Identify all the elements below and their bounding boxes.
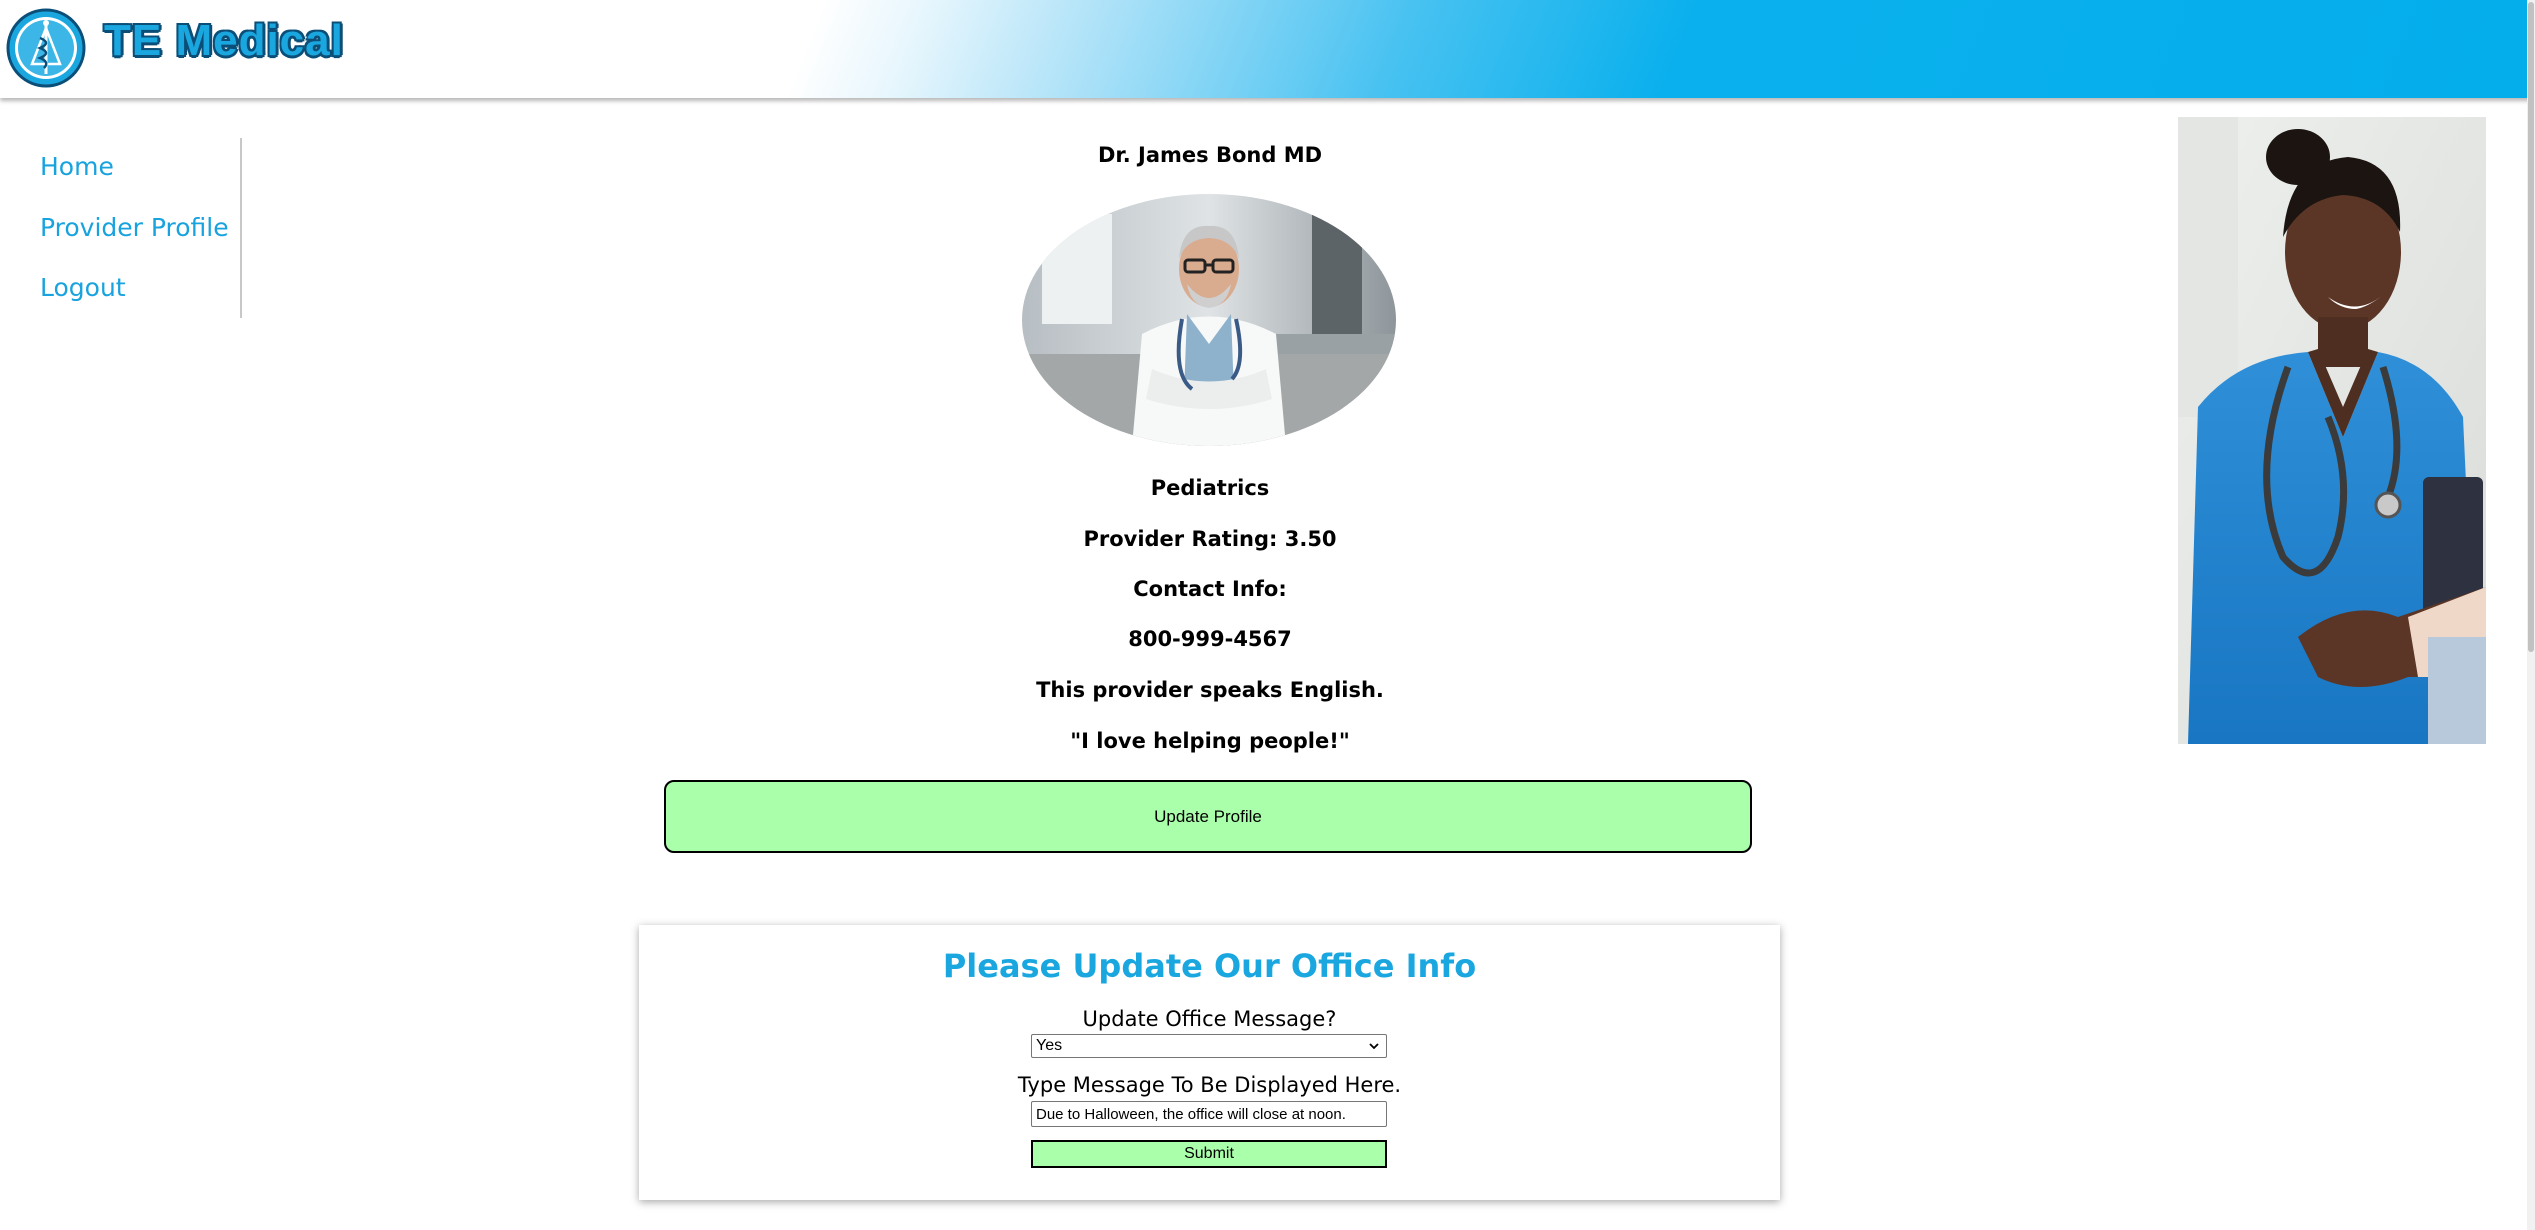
doctor-portrait-photo	[1022, 194, 1396, 446]
office-info-form: Please Update Our Office Info Update Off…	[639, 925, 1780, 1200]
provider-rating: Provider Rating: 3.50	[1083, 527, 1337, 551]
sidebar-item-logout[interactable]: Logout	[40, 273, 126, 302]
update-profile-button[interactable]: Update Profile	[664, 780, 1752, 853]
provider-quote: "I love helping people!"	[1070, 729, 1350, 753]
header-banner: TE Medical	[0, 0, 2535, 98]
contact-info-label: Contact Info:	[1133, 577, 1287, 601]
brand-title[interactable]: TE Medical	[104, 16, 344, 66]
office-message-select-value: Yes	[1036, 1037, 1063, 1054]
provider-specialty: Pediatrics	[1150, 476, 1270, 500]
office-message-input[interactable]	[1031, 1101, 1387, 1127]
sidebar-item-provider-profile[interactable]: Provider Profile	[40, 213, 229, 242]
chevron-down-icon	[1369, 1043, 1379, 1050]
page-scrollbar[interactable]	[2527, 0, 2535, 1230]
nurse-handshake-photo	[2178, 117, 2486, 744]
sidebar-item-home[interactable]: Home	[40, 152, 114, 181]
office-message-select[interactable]: Yes	[1031, 1034, 1387, 1058]
submit-button[interactable]: Submit	[1031, 1140, 1387, 1168]
office-form-title: Please Update Our Office Info	[942, 947, 1477, 985]
sidebar-nav: Home Provider Profile Logout	[0, 138, 242, 318]
office-message-question: Update Office Message?	[1082, 1007, 1337, 1031]
provider-name: Dr. James Bond MD	[1097, 143, 1323, 167]
office-message-prompt: Type Message To Be Displayed Here.	[1017, 1073, 1402, 1097]
caduceus-icon[interactable]	[6, 8, 86, 88]
scrollbar-thumb[interactable]	[2528, 2, 2534, 652]
provider-phone: 800-999-4567	[1128, 627, 1292, 651]
provider-language: This provider speaks English.	[1036, 678, 1384, 702]
